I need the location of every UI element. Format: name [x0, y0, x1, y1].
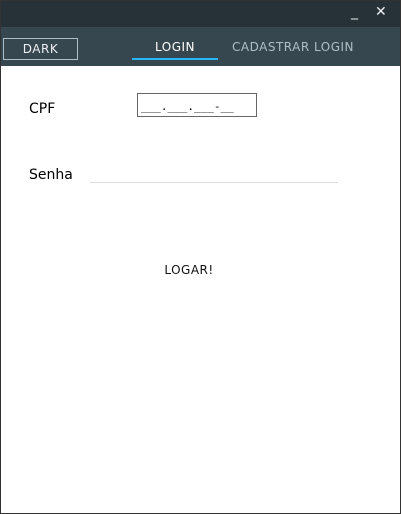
dark-mode-button[interactable]: DARK: [3, 38, 78, 60]
tab-cadastrar-login[interactable]: CADASTRAR LOGIN: [232, 40, 354, 54]
senha-input[interactable]: [90, 165, 338, 183]
senha-underline: [90, 182, 338, 183]
close-icon[interactable]: ✕: [375, 4, 387, 20]
login-button[interactable]: LOGAR!: [151, 263, 227, 277]
senha-label: Senha: [29, 167, 73, 183]
active-tab-indicator: [132, 58, 218, 60]
cpf-input[interactable]: ___.___.___-__: [137, 93, 257, 117]
minimize-icon[interactable]: _: [351, 4, 358, 20]
tab-login[interactable]: LOGIN: [132, 40, 218, 54]
cpf-label: CPF: [29, 101, 56, 117]
app-window: _ ✕ DARK LOGIN CADASTRAR LOGIN CPF ___._…: [0, 0, 401, 514]
title-bar[interactable]: _ ✕: [1, 1, 400, 27]
tab-bar: DARK LOGIN CADASTRAR LOGIN: [1, 27, 400, 66]
